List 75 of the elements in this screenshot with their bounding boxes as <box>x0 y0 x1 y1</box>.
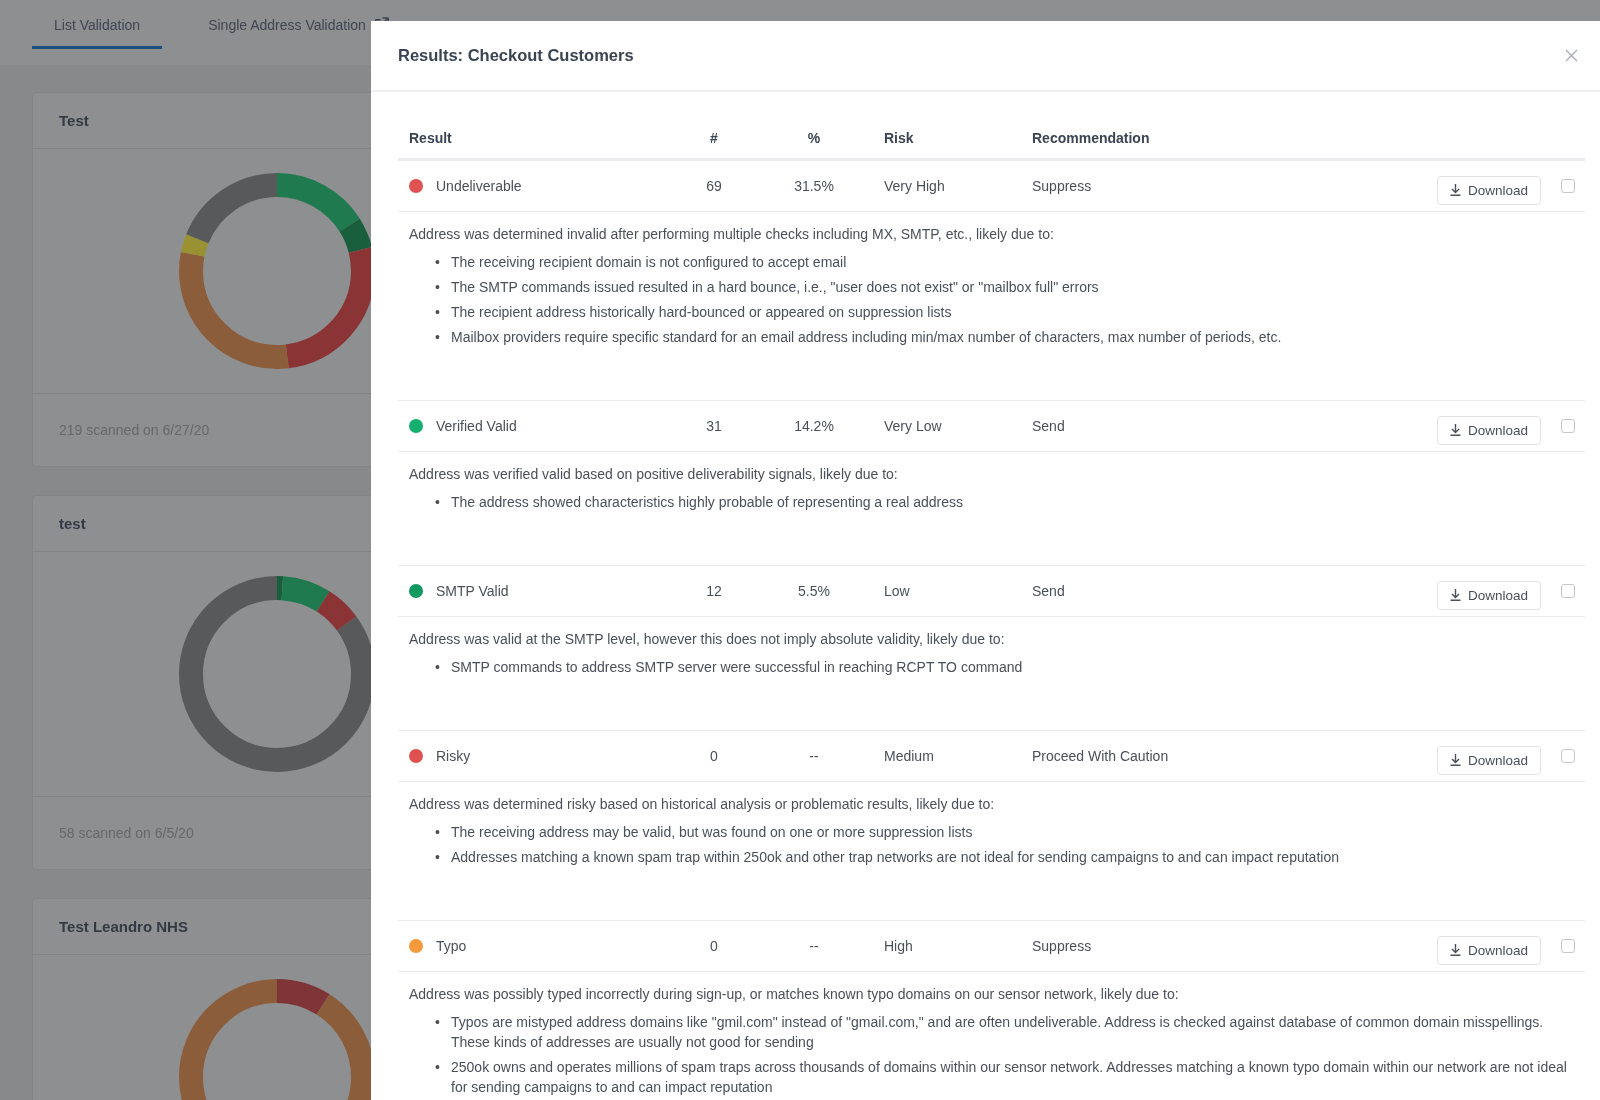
column-header: Risk <box>883 130 915 146</box>
list-name: Test Leandro NHS <box>59 918 188 935</box>
list-name: test <box>59 515 86 532</box>
table-cell-text: Medium <box>883 748 935 764</box>
dialog-title: Results: Checkout Customers <box>398 46 634 65</box>
column-header: Result <box>408 130 453 146</box>
table-cell-text: Suppress <box>1032 938 1093 954</box>
table-cell-text: -- <box>808 938 820 954</box>
table-cell-text: 31.5% <box>793 178 835 194</box>
bullet-text: • <box>435 278 441 297</box>
table-cell-text: Low <box>883 583 911 599</box>
reason-text: Mailbox providers require specific standard for an email address including min/max number of characters, max number of periods, etc. <box>451 328 1282 347</box>
bullet-text: • <box>435 1058 441 1077</box>
table-cell-text: Very Low <box>883 418 943 434</box>
bullet-text: • <box>435 848 441 867</box>
download-icon <box>1449 184 1461 196</box>
table-cell-text: 0 <box>709 748 719 764</box>
table-cell-text: High <box>883 938 914 954</box>
download-icon <box>1449 424 1461 436</box>
download-icon <box>1449 589 1461 601</box>
download-button[interactable]: Download <box>1436 175 1541 205</box>
table-cell-text: -- <box>808 748 820 764</box>
download-button[interactable]: Download <box>1436 580 1541 610</box>
column-header: Recommendation <box>1032 130 1151 146</box>
row-checkbox[interactable] <box>1561 419 1575 433</box>
result-name: Verified Valid <box>436 418 517 434</box>
result-name: SMTP Valid <box>436 583 509 599</box>
row-checkbox[interactable] <box>1561 939 1575 953</box>
reason-text: 250ok owns and operates millions of spam traps across thousands of domains within our sensor network. Addresses matching a known typo domain within our network are not ideal for sending campaigns to and can impact reputation <box>451 1058 1568 1097</box>
result-name: Typo <box>436 938 467 954</box>
bullet-text: • <box>435 253 441 272</box>
reason-text: The SMTP commands issued resulted in a hard bounce, i.e., "user does not exist" or "mailbox full" errors <box>451 278 1099 297</box>
download-icon <box>1449 944 1461 956</box>
table-cell-text: 12 <box>705 583 723 599</box>
column-header: % <box>806 130 822 146</box>
download-icon <box>1449 754 1461 766</box>
bullet-text: • <box>435 303 441 322</box>
row-checkbox[interactable] <box>1561 584 1575 598</box>
result-description: Address was possibly typed incorrectly during sign-up, or matches known typo domains on our sensor network, likely due to: <box>409 985 1180 1004</box>
result-description: Address was verified valid based on positive deliverability signals, likely due to: <box>409 465 899 484</box>
list-name: Test <box>59 112 89 129</box>
table-cell-text: 14.2% <box>793 418 835 434</box>
table-cell-text: Suppress <box>1032 178 1093 194</box>
row-checkbox[interactable] <box>1561 179 1575 193</box>
reason-text: Typos are mistyped address domains like "gmil.com" instead of "gmail.com," and are often undeliverable. Address is checked against database of common domain misspellings. These kinds of addresses are usually not good for sending <box>451 1013 1545 1052</box>
table-cell-text: Send <box>1032 583 1066 599</box>
column-header: # <box>709 130 719 146</box>
download-button[interactable]: Download <box>1436 745 1541 775</box>
bullet-text: • <box>435 1013 441 1032</box>
close-icon[interactable] <box>1565 49 1578 62</box>
result-name: Risky <box>436 748 471 764</box>
reason-text: SMTP commands to address SMTP server were successful in reaching RCPT TO command <box>451 658 1023 677</box>
table-cell-text: 69 <box>705 178 723 194</box>
result-description: Address was determined risky based on historical analysis or problematic results, likely due to: <box>409 795 996 814</box>
reason-text: The receiving recipient domain is not configured to accept email <box>451 253 847 272</box>
table-cell-text: Proceed With Caution <box>1032 748 1170 764</box>
bullet-text: • <box>435 493 441 512</box>
bullet-text: • <box>435 823 441 842</box>
table-cell-text: Send <box>1032 418 1066 434</box>
reason-text: The receiving address may be valid, but was found on one or more suppression lists <box>451 823 973 842</box>
reason-text: Addresses matching a known spam trap within 250ok and other trap networks are not ideal for sending campaigns to and can impact reputation <box>451 848 1339 867</box>
table-cell-text: 5.5% <box>797 583 831 599</box>
bullet-text: • <box>435 658 441 677</box>
result-name: Undeliverable <box>436 178 522 194</box>
bullet-text: • <box>435 328 441 347</box>
result-description: Address was determined invalid after performing multiple checks including MX, SMTP, etc., likely due to: <box>409 225 1055 244</box>
result-description: Address was valid at the SMTP level, however this does not imply absolute validity, likely due to: <box>409 630 1006 649</box>
row-checkbox[interactable] <box>1561 749 1575 763</box>
download-button[interactable]: Download <box>1436 935 1541 965</box>
download-button[interactable]: Download <box>1436 415 1541 445</box>
reason-text: The address showed characteristics highly probable of representing a real address <box>451 493 964 512</box>
reason-text: The recipient address historically hard-bounced or appeared on suppression lists <box>451 303 952 322</box>
table-cell-text: 0 <box>709 938 719 954</box>
table-cell-text: Very High <box>883 178 946 194</box>
table-cell-text: 31 <box>705 418 723 434</box>
